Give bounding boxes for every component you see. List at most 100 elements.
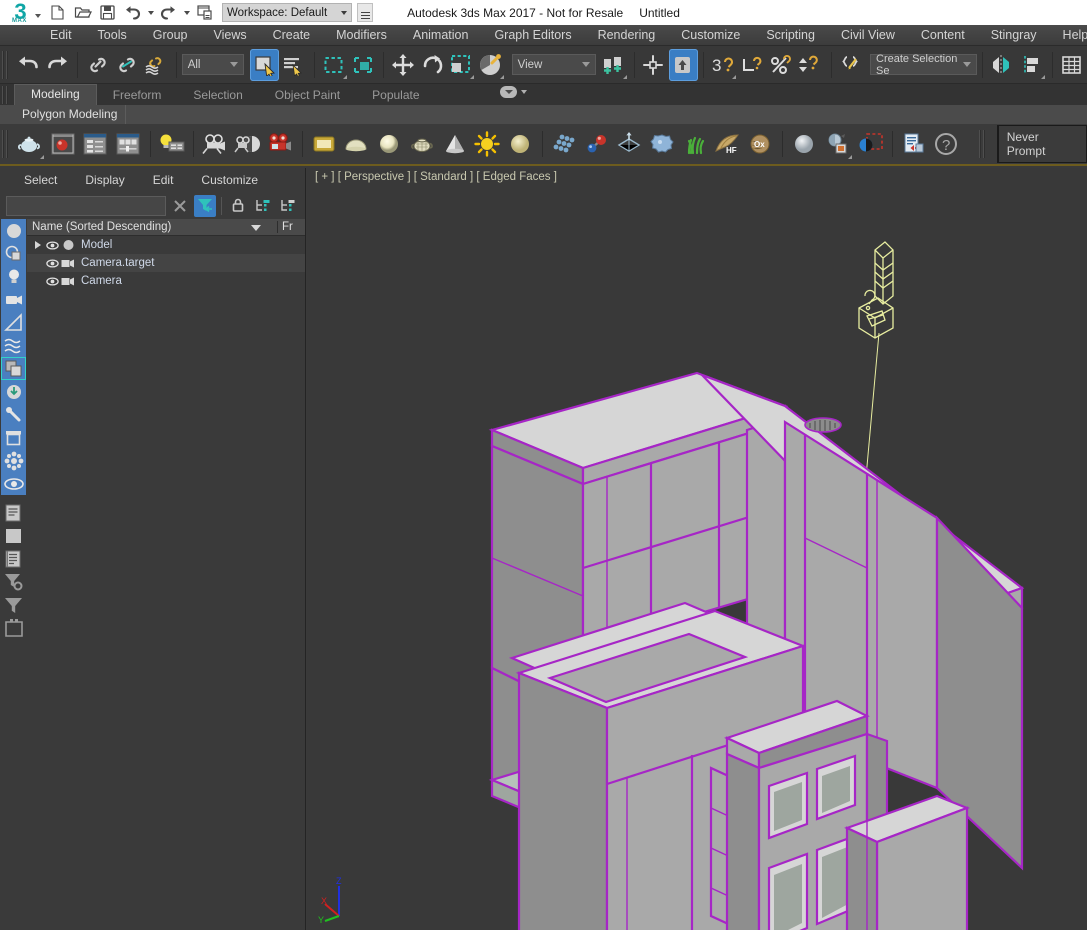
redo-dropdown-icon[interactable] (182, 2, 191, 23)
search-input[interactable] (6, 196, 166, 216)
select-object-button[interactable] (250, 49, 279, 81)
render-sphere-icon[interactable] (788, 127, 821, 161)
group-icon[interactable] (1, 357, 26, 380)
blob-mesh-icon[interactable] (647, 127, 680, 161)
funnel-filter-icon[interactable] (194, 195, 216, 217)
hair-fur-icon[interactable]: HF (712, 127, 745, 161)
render-setup-icon[interactable] (821, 127, 854, 161)
align-button[interactable] (1018, 49, 1047, 81)
bone-icon[interactable] (1, 403, 26, 426)
collapse-tree-icon[interactable] (277, 195, 299, 217)
menu-item-stingray[interactable]: Stingray (978, 25, 1050, 46)
select-and-rotate-button[interactable] (418, 49, 447, 81)
sphere-icon[interactable] (1, 219, 26, 242)
helper-icon[interactable] (1, 311, 26, 334)
menu-item-edit[interactable]: Edit (0, 25, 85, 46)
lock-icon[interactable] (227, 195, 249, 217)
light-bulb-panel-icon[interactable] (156, 127, 189, 161)
folder-tab-icon[interactable] (1, 616, 26, 639)
menu-item-civil-view[interactable]: Civil View (828, 25, 908, 46)
workspace-selector[interactable]: Workspace: Default (222, 3, 352, 22)
list-lines-icon[interactable] (1, 501, 26, 524)
select-by-name-button[interactable] (279, 49, 308, 81)
sphere-glow-icon[interactable] (374, 127, 407, 161)
menu-item-help[interactable]: Help (1050, 25, 1087, 46)
menu-item-group[interactable]: Group (140, 25, 201, 46)
spinner-snap-toggle-button[interactable] (797, 49, 826, 81)
movie-camera-icon[interactable] (265, 127, 298, 161)
select-and-manipulate-button[interactable] (669, 49, 698, 81)
expand-tree-icon[interactable] (252, 195, 274, 217)
ribbon-tab-selection[interactable]: Selection (177, 85, 258, 105)
ribbon-minimize-toggle[interactable] (500, 86, 527, 98)
particle-icon[interactable] (1, 449, 26, 472)
layer-explorer-button[interactable] (1058, 49, 1087, 81)
selection-filter-combo[interactable]: All (182, 54, 245, 75)
menu-item-rendering[interactable]: Rendering (585, 25, 669, 46)
detail-list-icon[interactable] (1, 547, 26, 570)
visibility-eye-icon[interactable] (45, 276, 60, 287)
angle-snap-toggle-button[interactable] (738, 49, 767, 81)
save-icon[interactable] (96, 2, 119, 23)
undo-button[interactable] (14, 49, 43, 81)
menu-item-views[interactable]: Views (200, 25, 259, 46)
reference-coordinate-system-combo[interactable]: View (512, 54, 596, 75)
sphere-gold-icon[interactable] (505, 127, 538, 161)
open-file-icon[interactable] (71, 2, 94, 23)
shapes-icon[interactable] (1, 242, 26, 265)
column-header-frozen[interactable]: Fr (277, 221, 305, 233)
camera-icon[interactable] (199, 127, 232, 161)
menu-item-scripting[interactable]: Scripting (753, 25, 828, 46)
table-row[interactable]: Camera.target (27, 254, 305, 272)
sun-icon[interactable] (472, 127, 505, 161)
dome-icon[interactable] (341, 127, 374, 161)
max-logo-button[interactable]: 3 MAX (0, 0, 44, 25)
menu-item-tools[interactable]: Tools (85, 25, 140, 46)
perspective-viewport[interactable]: [ + ] [ Perspective ] [ Standard ] [ Edg… (307, 168, 1087, 930)
use-center-flyout-button[interactable] (640, 49, 669, 81)
material-editor-icon[interactable] (46, 127, 79, 161)
render-texture-icon[interactable] (898, 127, 931, 161)
menu-item-modifiers[interactable]: Modifiers (323, 25, 400, 46)
material-list-icon[interactable] (79, 127, 112, 161)
visibility-eye-icon[interactable] (45, 240, 60, 251)
rectangular-selection-region-button[interactable] (320, 49, 349, 81)
toolbar-grip[interactable] (2, 50, 11, 80)
funnel-gear-icon[interactable] (1, 570, 26, 593)
menu-item-create[interactable]: Create (260, 25, 324, 46)
ribbon-tab-modeling[interactable]: Modeling (14, 84, 97, 105)
grass-icon[interactable] (679, 127, 712, 161)
material-slider-icon[interactable] (112, 127, 145, 161)
select-and-link-button[interactable] (83, 49, 112, 81)
funnel-icon[interactable] (1, 593, 26, 616)
teapot-wire-icon[interactable] (407, 127, 440, 161)
container-icon[interactable] (1, 426, 26, 449)
named-selection-sets-combo[interactable]: Create Selection Se (870, 54, 977, 75)
xref-icon[interactable] (1, 380, 26, 403)
bind-to-space-warp-button[interactable] (142, 49, 171, 81)
ox-fur-icon[interactable]: Ox (745, 127, 778, 161)
status-prompt-grip[interactable] (979, 129, 988, 159)
menu-item-animation[interactable]: Animation (400, 25, 482, 46)
visibility-eye-icon[interactable] (45, 258, 60, 269)
unlink-selection-button[interactable] (112, 49, 141, 81)
ribbon-tab-object-paint[interactable]: Object Paint (259, 85, 356, 105)
app-menu-caret-icon[interactable] (35, 14, 41, 18)
window-crossing-button[interactable] (349, 49, 378, 81)
select-and-move-button[interactable] (389, 49, 418, 81)
camera-sphere-icon[interactable] (232, 127, 265, 161)
eye-icon[interactable] (1, 472, 26, 495)
molecule-icon[interactable] (581, 127, 614, 161)
undo-dropdown-icon[interactable] (146, 2, 155, 23)
select-and-scale-button[interactable] (447, 49, 476, 81)
expand-arrow-icon[interactable] (31, 241, 45, 249)
new-file-icon[interactable] (46, 2, 69, 23)
close-x-icon[interactable] (169, 195, 191, 217)
project-folder-icon[interactable] (193, 2, 216, 23)
particles-icon[interactable] (548, 127, 581, 161)
camera-icon[interactable] (1, 288, 26, 311)
status-prompt-field[interactable]: Never Prompt (997, 125, 1087, 163)
scene-menu-select[interactable]: Select (10, 168, 71, 192)
use-pivot-point-center-button[interactable] (600, 49, 629, 81)
scene-menu-display[interactable]: Display (71, 168, 138, 192)
